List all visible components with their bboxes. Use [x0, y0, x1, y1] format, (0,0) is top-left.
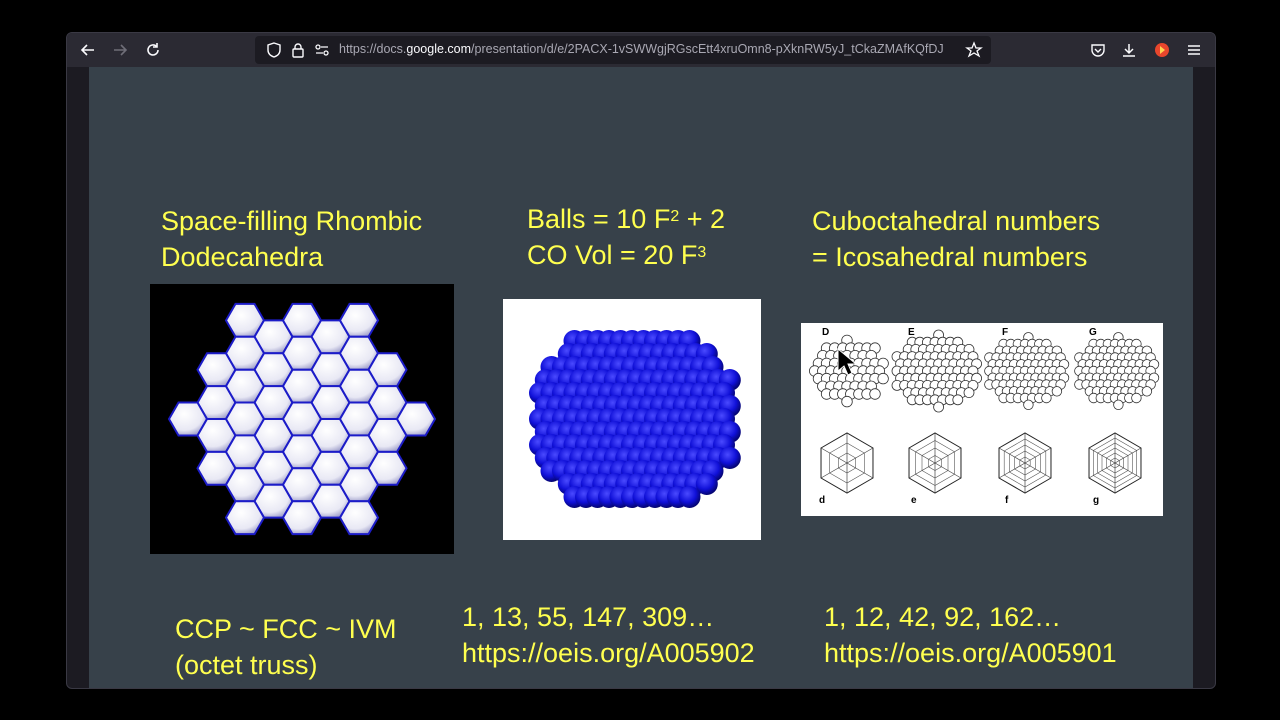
figure-label-E: E — [908, 327, 915, 338]
col2-caption-line2[interactable]: https://oeis.org/A005902 — [462, 635, 755, 671]
forward-button[interactable] — [109, 39, 131, 61]
lock-icon[interactable] — [289, 41, 307, 59]
cluster-ball — [1023, 399, 1034, 411]
cluster-ball — [1131, 392, 1142, 404]
cluster-ball — [933, 401, 945, 413]
wireframe-edge — [1024, 447, 1052, 464]
menu-icon — [1188, 45, 1200, 55]
cluster-ball — [869, 388, 881, 400]
reload-button[interactable] — [142, 39, 164, 61]
figure-label-e: e — [911, 495, 917, 506]
back-icon — [80, 44, 94, 56]
permissions-icon[interactable] — [313, 41, 331, 59]
url-suffix: /presentation/d/e/2PACX-1vSWWgjRGscEtt4x… — [471, 42, 944, 56]
cluster-ball — [1051, 386, 1063, 397]
col3-title-line1: Cuboctahedral numbers — [812, 206, 1101, 236]
cluster-ball — [963, 387, 975, 398]
browser-window: https://docs.google.com/presentation/d/e… — [66, 32, 1216, 689]
figure-label-F: F — [1002, 327, 1009, 338]
col1-caption-line1: CCP ~ FCC ~ IVM — [175, 614, 397, 644]
col1-title: Space-filling Rhombic Dodecahedra — [161, 203, 422, 275]
rhombic-cell — [395, 401, 437, 437]
col1-title-line1: Space-filling Rhombic — [161, 206, 423, 236]
col2-title: Balls = 10 F2 + 2 CO Vol = 20 F3 — [527, 201, 725, 273]
ball — [678, 486, 701, 508]
cluster-ball — [1113, 399, 1124, 411]
col1-caption: CCP ~ FCC ~ IVM (octet truss) — [175, 611, 397, 683]
rhombic-cell — [281, 500, 323, 536]
rhombic-dodecahedra-graphic — [167, 302, 437, 536]
figure-label-G: G — [1089, 327, 1097, 338]
extension-icon — [1155, 43, 1169, 57]
url-prefix: https://docs. — [339, 42, 407, 56]
url-text[interactable]: https://docs.google.com/presentation/d/e… — [339, 42, 959, 56]
col1-caption-line2: (octet truss) — [175, 650, 318, 680]
col3-title-line2: = Icosahedral numbers — [812, 242, 1088, 272]
download-icon — [1123, 44, 1135, 57]
figure-label-f: f — [1005, 495, 1009, 506]
col3-title: Cuboctahedral numbers = Icosahedral numb… — [812, 203, 1100, 275]
shield-icon[interactable] — [265, 41, 283, 59]
ball-packing-image — [503, 299, 761, 540]
wireframe-edge — [1024, 462, 1052, 479]
col2-caption: 1, 13, 55, 147, 309… https://oeis.org/A0… — [462, 599, 755, 671]
polyhedra-numbers-figure: D E F G d e f g — [801, 323, 1163, 516]
figure-label-D: D — [822, 327, 830, 338]
back-button[interactable] — [77, 39, 99, 61]
col2-title-line1: Balls = 10 F2 + 2 — [527, 204, 726, 234]
rhombic-cell — [338, 302, 380, 338]
pocket-button[interactable] — [1087, 39, 1109, 61]
rhombic-cell — [224, 500, 266, 536]
pocket-icon — [1091, 44, 1105, 57]
col3-caption-line1: 1, 12, 42, 92, 162… — [824, 602, 1062, 632]
cluster-ball — [1041, 392, 1052, 404]
figure-label-g: g — [1093, 495, 1100, 506]
col1-title-line2: Dodecahedra — [161, 242, 324, 272]
col3-caption-line2[interactable]: https://oeis.org/A005901 — [824, 635, 1117, 671]
cluster-ball — [841, 395, 853, 408]
wireframe-edge — [998, 447, 1026, 464]
bookmark-star-icon[interactable] — [965, 41, 983, 59]
col2-title-line2: CO Vol = 20 F3 — [527, 240, 707, 270]
presentation-slide: Space-filling Rhombic Dodecahedra Balls … — [89, 67, 1193, 688]
reload-icon — [147, 43, 159, 56]
extension-button[interactable] — [1151, 39, 1173, 61]
browser-toolbar: https://docs.google.com/presentation/d/e… — [67, 33, 1215, 67]
downloads-button[interactable] — [1118, 39, 1140, 61]
cluster-ball — [952, 394, 964, 406]
url-bar[interactable]: https://docs.google.com/presentation/d/e… — [255, 36, 991, 64]
ball-packing-graphic — [529, 330, 741, 508]
figure-label-d: d — [819, 495, 826, 506]
cluster-ball — [1141, 386, 1153, 397]
col3-caption: 1, 12, 42, 92, 162… https://oeis.org/A00… — [824, 599, 1117, 671]
forward-icon — [114, 44, 128, 56]
app-menu-button[interactable] — [1183, 39, 1205, 61]
rhombic-cell — [338, 467, 380, 503]
cluster-ball — [877, 372, 889, 385]
wireframe-edge — [998, 462, 1026, 479]
mouse-cursor-icon — [837, 348, 857, 376]
rhombic-dodecahedra-image — [150, 284, 454, 554]
url-domain: google.com — [406, 42, 472, 56]
col2-caption-line1: 1, 13, 55, 147, 309… — [462, 602, 715, 632]
rhombic-cell — [338, 500, 380, 536]
